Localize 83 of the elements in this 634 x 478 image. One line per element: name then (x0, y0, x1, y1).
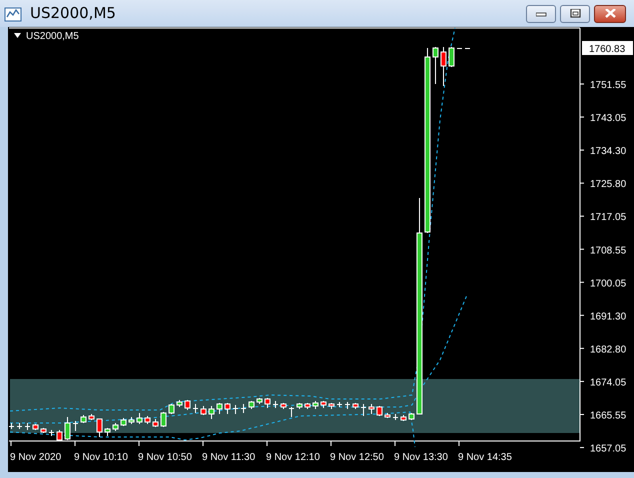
candle (144, 416, 150, 424)
candle (216, 402, 222, 414)
candle (328, 402, 334, 410)
candle (112, 422, 118, 432)
candle (312, 400, 318, 410)
candle (136, 412, 142, 424)
time-axis-label: 9 Nov 13:30 (394, 452, 448, 463)
candle (352, 402, 358, 410)
candle (88, 414, 94, 420)
candle (304, 402, 310, 410)
candle (48, 430, 54, 436)
candle (448, 46, 454, 68)
candle (208, 406, 214, 420)
price-axis-label: 1751.55 (590, 80, 626, 91)
candle (432, 46, 438, 84)
close-icon (604, 9, 616, 18)
candle (440, 46, 446, 86)
candle (16, 422, 22, 430)
time-axis-label: 9 Nov 10:50 (138, 452, 192, 463)
minimize-button[interactable] (526, 4, 556, 22)
candle (336, 402, 342, 408)
close-button[interactable] (594, 4, 626, 22)
candle (24, 422, 30, 430)
candle (184, 400, 190, 410)
candle (176, 400, 182, 408)
dropdown-triangle-icon[interactable] (14, 33, 21, 38)
price-axis-label: 1708.55 (590, 245, 626, 256)
candle (160, 412, 166, 428)
price-axis-label: 1725.80 (590, 179, 626, 190)
price-axis-label: 1657.05 (590, 444, 626, 455)
candle (152, 418, 158, 428)
candle (368, 404, 374, 414)
time-axis-label: 9 Nov 10:10 (74, 452, 128, 463)
restore-icon (570, 9, 580, 18)
candle (320, 400, 326, 408)
price-axis-label: 1734.30 (590, 146, 626, 158)
time-axis-label: 9 Nov 14:35 (458, 452, 512, 463)
candle (128, 416, 134, 424)
candle (104, 428, 110, 436)
candle (360, 404, 366, 416)
candle (72, 420, 78, 432)
price-line (456, 48, 472, 49)
price-axis-label: 1674.05 (590, 377, 626, 388)
candle (280, 402, 286, 410)
candle (248, 400, 254, 410)
candle (384, 412, 390, 418)
candle (400, 414, 406, 422)
time-axis-label: 9 Nov 2020 (10, 452, 62, 463)
chart-window-icon (4, 6, 22, 22)
candle (256, 398, 262, 404)
time-axis-label: 9 Nov 11:30 (202, 452, 256, 463)
chart-symbol-label: US2000,M5 (26, 31, 79, 42)
time-axis-label: 9 Nov 12:10 (266, 452, 320, 463)
candle (392, 414, 398, 420)
price-axis-label: 1700.05 (590, 278, 626, 290)
price-axis-label: 1743.05 (590, 113, 626, 124)
candle (264, 398, 270, 408)
restore-button[interactable] (560, 4, 590, 22)
candle (296, 402, 302, 410)
candle (168, 404, 174, 414)
candle (32, 424, 38, 430)
current-price-label: 1760.83 (582, 41, 633, 55)
window-title: US2000,M5 (30, 3, 117, 24)
price-axis-label: 1665.55 (590, 410, 626, 422)
time-axis-label: 9 Nov 12:50 (330, 452, 384, 463)
candle (224, 402, 230, 414)
candle (232, 404, 238, 414)
candle (408, 412, 414, 420)
candle (376, 406, 382, 416)
candle (200, 406, 206, 416)
price-axis-label: 1682.80 (590, 344, 626, 356)
candle (240, 404, 246, 414)
candle (272, 400, 278, 408)
price-axis-label: 1717.05 (590, 212, 626, 224)
candle (8, 422, 14, 430)
price-axis-label: 1691.30 (590, 311, 626, 322)
candle (344, 402, 350, 410)
candle (192, 404, 198, 414)
candle (288, 406, 294, 418)
candle (96, 418, 102, 438)
candle (120, 418, 126, 426)
candle (40, 428, 46, 434)
candle (80, 414, 86, 424)
